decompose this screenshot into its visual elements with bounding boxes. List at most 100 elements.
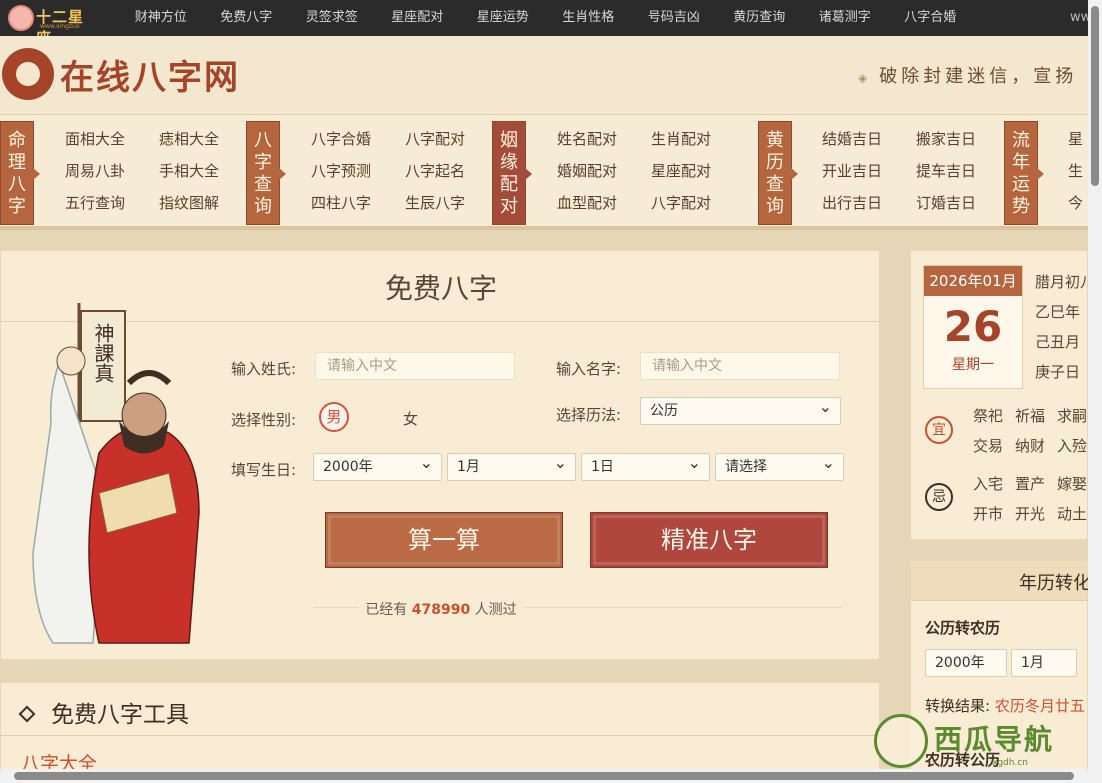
birth-month-select[interactable]: 1月 [447,450,576,481]
converter-year-select[interactable]: 2000年 [925,649,1007,677]
given-name-input[interactable]: 请输入中文 [640,352,840,380]
category-link[interactable]: 出行吉日 [822,192,882,213]
watermark-text: 西瓜导航 [934,723,1055,756]
site-logo[interactable]: 十二星座 www.xingzuo [8,3,96,47]
gender-female-option[interactable]: 女 [403,408,418,429]
top-navbar: 十二星座 www.xingzuo 财神方位 免费八字 灵签求签 星座配对 星座运… [0,0,1088,47]
count-number: 478990 [411,602,471,618]
topnav-link[interactable]: 黄历查询 [717,0,803,36]
topnav-link[interactable]: 诸葛测字 [802,0,888,36]
birth-year-select[interactable]: 2000年 [313,450,442,481]
top-nav-links: 财神方位 免费八字 灵签求签 星座配对 星座运势 生肖性格 号码吉凶 黄历查询 … [118,0,973,36]
category-link[interactable]: 生肖配对 [651,128,711,149]
yi-activity: 祈福 [1015,407,1046,425]
category-title-liunian[interactable]: 流年运势 [1004,121,1044,225]
test-count: 已经有 478990 人测过 [1,599,881,619]
topnav-link[interactable]: 号码吉凶 [631,0,717,36]
vertical-scrollbar[interactable] [1088,0,1102,783]
bazi-form-panel: 免费八字 神課真 输入姓氏: 请输入中文 输入名字: 请输入中文 选择性别: 男… [0,250,881,660]
category-link[interactable]: 星座配对 [651,160,711,181]
category-link[interactable]: 今 [1068,192,1083,213]
gender-male-option[interactable]: 男 [319,402,349,432]
category-link[interactable]: 血型配对 [557,192,617,213]
category-link[interactable]: 五行查询 [65,192,125,213]
gender-label: 选择性别: [231,411,297,429]
deity-figure-illustration: 神課真 [32,303,200,644]
ji-activity: 嫁娶 [1057,475,1088,493]
category-link[interactable]: 八字起名 [405,160,465,181]
ji-activity: 开市 [973,505,1004,523]
category-link[interactable]: 指纹图解 [159,192,219,213]
calendar-type-select[interactable]: 公历 [640,394,841,425]
category-title-yinyuan[interactable]: 姻缘配对 [492,121,532,225]
category-link[interactable]: 开业吉日 [822,160,882,181]
diamond-icon [18,705,36,723]
calculate-button[interactable]: 算一算 [325,512,563,568]
category-link[interactable]: 婚姻配对 [557,160,617,181]
birth-day-select[interactable]: 1日 [581,450,710,481]
scrollbar-thumb[interactable] [14,772,1074,780]
category-link[interactable]: 痣相大全 [159,128,219,149]
category-title-huangli[interactable]: 黄历查询 [758,121,798,225]
converter-subtitle: 公历转农历 [925,619,1001,637]
yi-activity: 交易 [973,437,1004,455]
banner-text: 神課真 [91,323,115,383]
topnav-link[interactable]: 生肖性格 [546,0,632,36]
category-link[interactable]: 姓名配对 [557,128,617,149]
precise-bazi-button[interactable]: 精准八字 [590,512,828,568]
yi-activity: 入殓 [1057,437,1088,455]
category-link[interactable]: 提车吉日 [916,160,976,181]
category-link[interactable]: 面相大全 [65,128,125,149]
header-slogan: ◈ 破除封建迷信，宣扬 [858,62,1077,88]
topbar-url-text: www [1070,10,1088,25]
category-link[interactable]: 结婚吉日 [822,128,882,149]
topnav-link[interactable]: 免费八字 [204,0,290,36]
day-number: 26 [943,302,1003,351]
brand-name: 在线八字网 [60,57,240,98]
surname-input[interactable]: 请输入中文 [315,352,515,380]
scrollbar-thumb[interactable] [1091,6,1099,186]
category-link[interactable]: 八字预测 [311,160,371,181]
category-nav: 命理八字 面相大全 痣相大全 周易八卦 手相大全 五行查询 指纹图解 八字查询 … [0,114,1088,230]
lunar-date: 腊月初八 [1035,273,1096,291]
category-link[interactable]: 订婚吉日 [916,192,976,213]
converter-title: 年历转化 [1019,573,1091,594]
birth-hour-select[interactable]: 请选择 [715,450,844,481]
category-link[interactable]: 八字配对 [651,192,711,213]
category-link[interactable]: 搬家吉日 [916,128,976,149]
topnav-link[interactable]: 财神方位 [118,0,204,36]
category-link[interactable]: 周易八卦 [65,160,125,181]
tools-heading: 免费八字工具 [18,695,189,729]
topnav-link[interactable]: 八字合婚 [888,0,974,36]
category-link[interactable]: 四柱八字 [311,192,371,213]
lunar-month: 己丑月 [1035,333,1081,351]
yi-auspicious-icon: 宜 [925,416,953,444]
horizontal-scrollbar[interactable] [0,769,1088,783]
category-link[interactable]: 八字配对 [405,128,465,149]
ji-activity: 开光 [1015,505,1046,523]
ji-inauspicious-icon: 忌 [925,483,953,511]
tools-title: 免费八字工具 [51,702,189,728]
category-link[interactable]: 星 [1068,128,1083,149]
converter-month-select[interactable]: 1月 [1011,649,1077,677]
knot-emblem-icon [2,48,54,100]
category-title-mingli[interactable]: 命理八字 [0,121,40,225]
site-header: 在线八字网 ◈ 破除封建迷信，宣扬 [0,36,1088,114]
category-link[interactable]: 生辰八字 [405,192,465,213]
topnav-link[interactable]: 星座配对 [375,0,461,36]
category-link[interactable]: 八字合婚 [311,128,371,149]
divider [1,735,881,736]
topnav-link[interactable]: 星座运势 [460,0,546,36]
ji-activity: 入宅 [973,475,1004,493]
almanac-panel: 2026年01月 26 星期一 腊月初八 乙巳年 己丑月 庚子日 宜 祭祀 祈福… [910,250,1095,540]
brand[interactable]: 在线八字网 [2,48,240,100]
lunar-year: 乙巳年 [1035,303,1081,321]
year-month: 2026年01月 [924,266,1022,296]
category-link[interactable]: 手相大全 [159,160,219,181]
surname-label: 输入姓氏: [231,360,297,378]
lunar-day: 庚子日 [1035,363,1081,381]
topnav-link[interactable]: 灵签求签 [289,0,375,36]
category-title-bazi[interactable]: 八字查询 [246,121,286,225]
category-link[interactable]: 生 [1068,160,1083,181]
date-box: 2026年01月 26 星期一 [923,265,1023,389]
